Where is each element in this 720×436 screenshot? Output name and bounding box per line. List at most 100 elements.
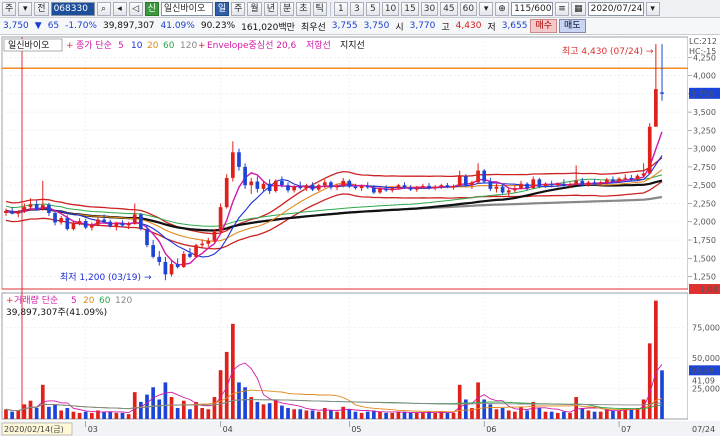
period-second-button[interactable]: 초 <box>296 1 311 16</box>
legend-stock-name[interactable]: 일신바이오 <box>8 40 49 51</box>
candle-body <box>114 223 119 227</box>
dropdown-arrow-icon[interactable]: ▾ <box>18 1 33 16</box>
month-tick-label: 05 <box>351 425 361 434</box>
low-price-label: 1,08 <box>700 285 718 294</box>
volume-legend-label[interactable]: 거래량 단순 <box>14 294 58 306</box>
volume-bar <box>562 411 566 419</box>
legend-support[interactable]: 지지선 <box>340 40 365 51</box>
period-week-button[interactable]: 주 <box>231 1 246 16</box>
candle-body <box>414 187 419 190</box>
volume-bar <box>421 412 425 419</box>
volume-bar <box>286 408 290 419</box>
interval-60-button[interactable]: 60 <box>459 1 478 16</box>
candle-body <box>555 183 560 186</box>
interval-3-button[interactable]: 3 <box>349 1 364 16</box>
stock-code-input[interactable]: 068330 <box>50 1 95 16</box>
quote-strip: 3,750 ▼ 65 -1.70% 39,897,307 41.09% 90.2… <box>0 18 720 35</box>
interval-10-button[interactable]: 10 <box>381 1 400 16</box>
volume-bar <box>157 399 162 419</box>
sell-button[interactable]: 매도 <box>559 19 586 33</box>
candle-body <box>617 178 621 182</box>
low-annotation-text: 최저 1,200 (03/19) <box>60 272 141 283</box>
candle-body <box>365 185 370 188</box>
search-icon[interactable]: ⌕ <box>96 1 111 16</box>
legend-ma120[interactable]: 120 <box>180 41 197 51</box>
period-year-button[interactable]: 년 <box>263 1 278 16</box>
calendar-icon[interactable]: ▦ <box>571 1 586 16</box>
toolbar-divider <box>329 1 331 16</box>
date-axis[interactable]: 2020/02/14(금) 03 04 05 06 07 07/24 <box>0 421 720 436</box>
legend-envelope[interactable]: Envelope중심선 20,6 <box>207 40 297 51</box>
interval-15-button[interactable]: 15 <box>401 1 419 16</box>
volume-bar <box>617 410 621 419</box>
candle-body <box>71 223 76 230</box>
volume-bar <box>494 409 499 419</box>
buy-button[interactable]: 매수 <box>530 19 558 33</box>
volume-bar <box>408 412 413 419</box>
legend-ma20[interactable]: 20 <box>147 41 159 51</box>
volume-bar <box>500 408 505 419</box>
candle-body <box>476 170 480 183</box>
period-day-button[interactable]: 일 <box>214 1 230 16</box>
candle-body <box>163 261 168 275</box>
legend-ma-label[interactable]: 종가 단순 <box>76 40 112 51</box>
chart-background <box>0 35 720 436</box>
interval-45-button[interactable]: 45 <box>440 1 458 16</box>
volume-legend-ma5[interactable]: 5 <box>71 296 77 306</box>
interval-1-button[interactable]: 1 <box>333 1 348 16</box>
volume-bar <box>531 401 536 419</box>
high-label: 고 <box>441 22 450 33</box>
prev-arrow-icon[interactable]: ◂ <box>112 1 127 16</box>
price-change: 65 <box>47 21 60 31</box>
mode-selector[interactable]: 전 <box>34 1 49 16</box>
interval-5-button[interactable]: 5 <box>365 1 380 16</box>
volume-bar <box>476 382 480 419</box>
volume-bar <box>445 412 450 419</box>
type-selector[interactable]: 주 <box>2 1 17 16</box>
volume-bar <box>206 409 211 419</box>
volume-bar <box>611 410 615 419</box>
right-price-axis[interactable]: LC:212 HC:-15 4,2504,0003,7503,5003,2503… <box>688 35 720 436</box>
calendar-dropdown-icon[interactable]: ▾ <box>645 1 660 16</box>
date-field[interactable]: 2020/07/24 <box>587 1 644 16</box>
price-chart[interactable]: 일신바이오 + 종가 단순 5 10 20 60 120 + Envelope중… <box>0 35 720 436</box>
count-field[interactable]: 115/600 <box>511 1 554 16</box>
volume-legend-ma60[interactable]: 60 <box>99 296 111 306</box>
legend-ma60[interactable]: 60 <box>163 41 175 51</box>
candle-body <box>421 185 425 188</box>
volume-bar <box>660 370 664 419</box>
candle-body <box>641 173 646 176</box>
volume-bar <box>151 387 155 419</box>
candle-body <box>562 183 566 186</box>
candle-body <box>194 245 198 257</box>
month-tick-label: 03 <box>88 425 98 434</box>
candle-body <box>384 188 388 191</box>
chevron-down-icon[interactable]: ▾ <box>479 1 494 16</box>
candle-body <box>249 181 254 186</box>
volume-bar <box>506 410 511 419</box>
candle-body <box>635 175 640 180</box>
pin-icon[interactable]: ⊕ <box>495 1 510 16</box>
volume-legend-ma120[interactable]: 120 <box>115 296 132 306</box>
axis-tick-label: 4,000 <box>693 72 716 81</box>
volume-bar <box>181 400 186 419</box>
options-icon[interactable]: ≡ <box>555 1 570 16</box>
legend-ma5[interactable]: 5 <box>118 41 124 51</box>
volume-legend-ma20[interactable]: 20 <box>83 296 95 306</box>
candle-body <box>660 92 664 94</box>
period-minute-button[interactable]: 분 <box>279 1 295 16</box>
period-month-button[interactable]: 월 <box>247 1 262 16</box>
volume-bar <box>132 392 137 419</box>
period-tick-button[interactable]: 틱 <box>312 1 327 16</box>
best-bid-label: 최우선 <box>300 22 326 33</box>
axis-tick-label: 2,750 <box>693 163 716 172</box>
candle-body <box>623 177 628 179</box>
volume-bar <box>378 411 382 419</box>
legend-resistance[interactable]: 저항선 <box>306 40 331 51</box>
volume-legend-value: 39,897,307주(41.09%) <box>6 307 107 318</box>
speaker-icon[interactable]: ◁ <box>128 1 143 16</box>
candle-body <box>181 253 186 268</box>
interval-30-button[interactable]: 30 <box>420 1 439 16</box>
candle-body <box>10 210 14 214</box>
legend-ma10[interactable]: 10 <box>131 41 143 51</box>
